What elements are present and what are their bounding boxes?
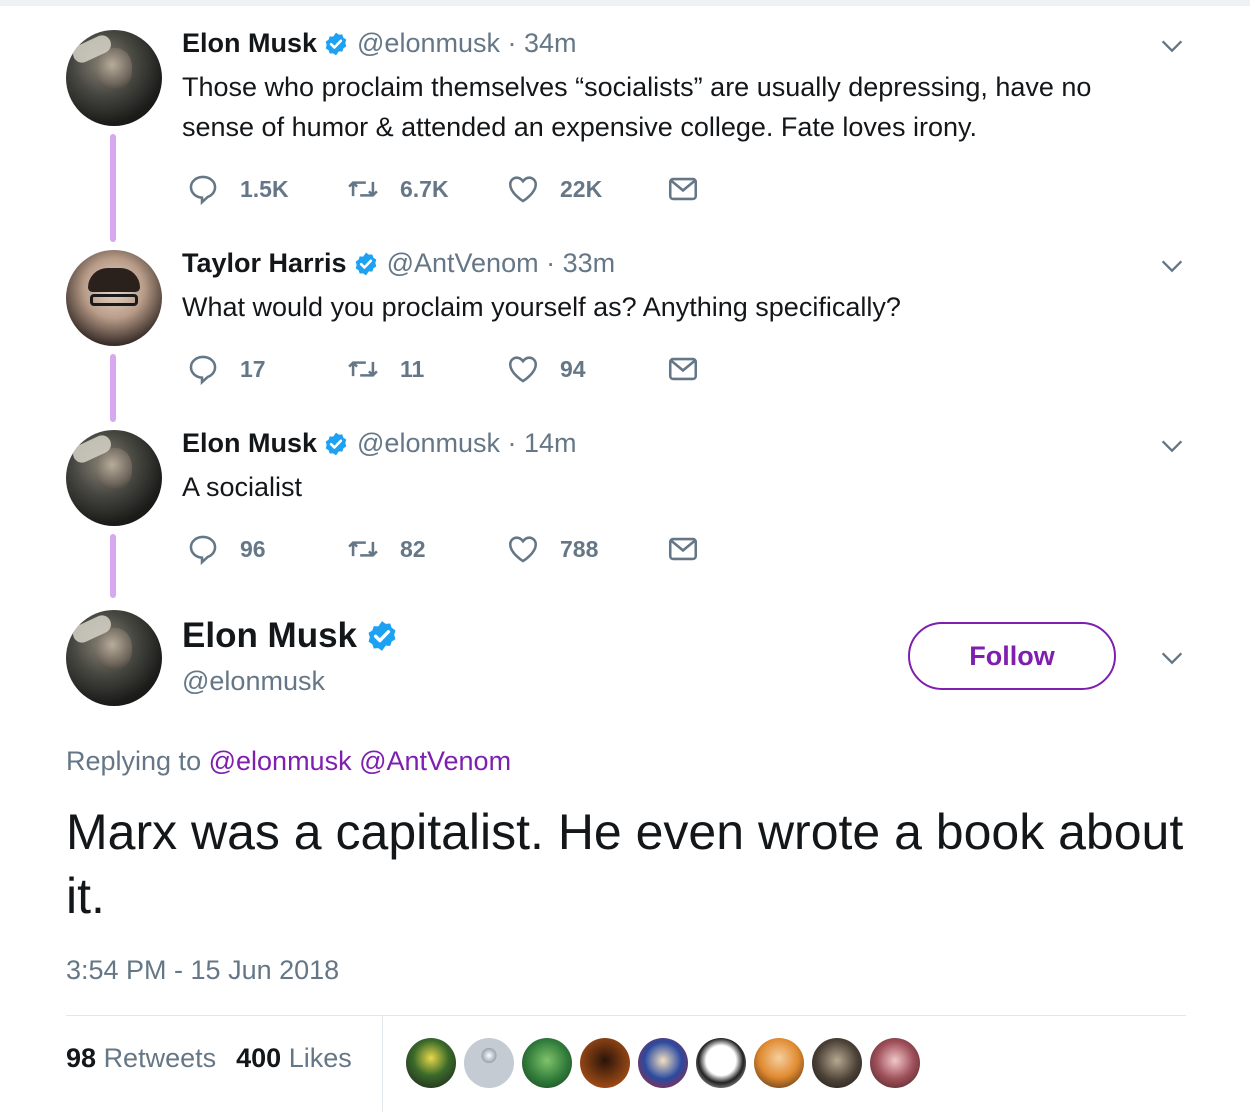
retweet-action[interactable]: 6.7K [346,172,449,206]
like-icon [508,536,538,563]
follow-button[interactable]: Follow [908,622,1116,690]
like-icon [508,176,538,203]
liker-avatar[interactable] [464,1038,514,1088]
tweet-time[interactable]: · 14m [508,428,577,459]
retweets-stat[interactable]: 98 Retweets [66,1043,216,1074]
like-count: 788 [560,535,599,562]
tweet-time[interactable]: · 34m [508,28,577,59]
like-action[interactable]: 788 [506,532,598,566]
liker-avatar[interactable] [696,1038,746,1088]
liker-avatar[interactable] [812,1038,862,1088]
liker-avatar[interactable] [522,1038,572,1088]
chevron-down-icon[interactable] [1158,432,1186,460]
retweet-icon [348,181,378,197]
reply-icon [189,535,217,566]
reply-icon [189,175,217,206]
tweet-text: What would you proclaim yourself as? Any… [182,292,901,322]
author-handle[interactable]: @elonmusk [357,28,500,59]
author-handle[interactable]: @AntVenom [387,248,539,279]
main-avatar[interactable] [66,610,162,706]
like-action[interactable]: 22K [506,172,602,206]
chevron-down-icon[interactable] [1158,32,1186,60]
liker-avatars [406,1038,928,1088]
likes-count: 400 [236,1043,282,1073]
reply-action[interactable]: 1.5K [186,172,289,206]
main-author-handle[interactable]: @elonmusk [182,666,325,697]
replying-prefix: Replying to [66,746,202,776]
author-name[interactable]: Taylor Harris [182,248,347,279]
retweets-count: 98 [66,1043,97,1073]
retweet-count: 11 [400,355,425,382]
main-author-name[interactable]: Elon Musk [182,616,357,656]
replying-mentions[interactable]: @elonmusk @AntVenom [209,746,511,776]
author-name[interactable]: Elon Musk [182,28,317,59]
avatar[interactable] [66,430,162,526]
reply-action[interactable]: 17 [186,352,266,386]
retweet-count: 6.7K [400,175,449,202]
retweet-icon [348,361,378,377]
liker-avatar[interactable] [580,1038,630,1088]
direct-message-icon [668,357,698,381]
retweet-action[interactable]: 11 [346,352,424,386]
tweet-text: A socialist [182,472,303,502]
avatar[interactable] [66,30,162,126]
chevron-down-icon[interactable] [1158,252,1186,280]
thread-line [110,534,116,598]
engagement-stats: 98 Retweets 400 Likes [66,1043,352,1074]
verified-badge-icon [325,432,347,455]
author-handle[interactable]: @elonmusk [357,428,500,459]
verified-badge-icon [325,32,347,55]
retweet-count: 82 [400,535,426,562]
like-count: 22K [560,175,603,202]
reply-icon [189,355,217,386]
liker-avatar[interactable] [638,1038,688,1088]
verified-badge-icon [368,621,396,651]
reply-action[interactable]: 96 [186,532,266,566]
retweet-action[interactable]: 82 [346,532,426,566]
liker-avatar[interactable] [406,1038,456,1088]
likes-label: Likes [288,1043,352,1073]
direct-message-action[interactable] [666,172,700,206]
reply-count: 96 [240,535,266,562]
stats-separator [382,1016,383,1112]
like-action[interactable]: 94 [506,352,586,386]
direct-message-action[interactable] [666,532,700,566]
main-timestamp[interactable]: 3:54 PM - 15 Jun 2018 [66,955,339,986]
liker-avatar[interactable] [754,1038,804,1088]
tweet-text: Those who proclaim themselves “socialist… [182,72,1092,142]
main-tweet-text: Marx was a capitalist. He even wrote a b… [66,804,1184,924]
verified-badge-icon [355,252,376,275]
direct-message-icon [668,537,698,561]
replying-to: Replying to @elonmusk @AntVenom [66,746,511,777]
main-author-row: Elon Musk [182,616,399,656]
reply-count: 17 [240,355,266,382]
author-name[interactable]: Elon Musk [182,428,317,459]
avatar[interactable] [66,250,162,346]
chevron-down-icon[interactable] [1158,644,1186,672]
likes-stat[interactable]: 400 Likes [236,1043,352,1074]
direct-message-icon [668,177,698,201]
liker-avatar[interactable] [870,1038,920,1088]
like-count: 94 [560,355,586,382]
thread-line [110,134,116,242]
thread-line [110,354,116,422]
divider [66,1015,1186,1016]
retweets-label: Retweets [103,1043,217,1073]
reply-count: 1.5K [240,175,289,202]
top-border [0,0,1250,6]
retweet-icon [348,541,378,557]
like-icon [508,356,538,383]
direct-message-action[interactable] [666,352,700,386]
tweet-time[interactable]: · 33m [546,248,615,279]
